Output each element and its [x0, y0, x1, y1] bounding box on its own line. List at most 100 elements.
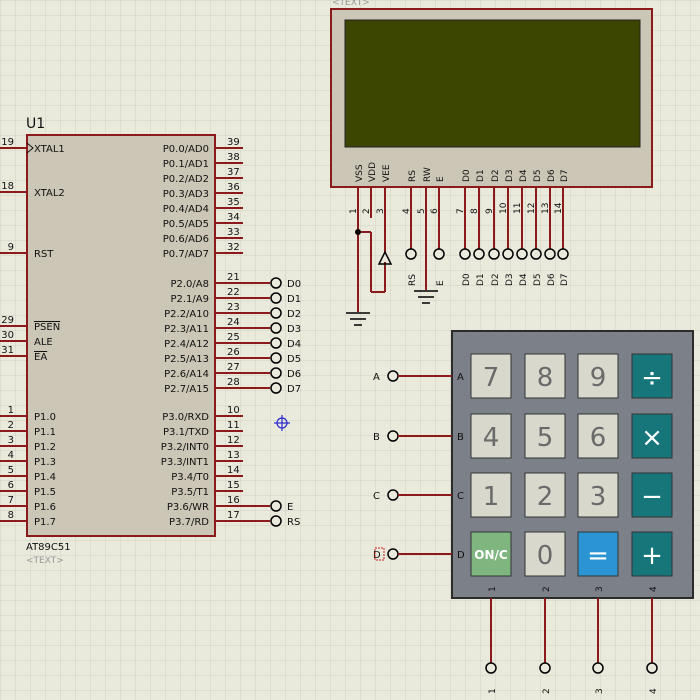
mcu-pin-number: 33	[227, 227, 240, 238]
mcu-pin-name: P3.6/WR	[167, 502, 209, 513]
keypad-key-label: +	[641, 541, 663, 571]
keypad-col-pin-label: 1	[488, 586, 498, 592]
terminal-icon[interactable]	[270, 307, 282, 319]
terminal-icon[interactable]	[270, 367, 282, 379]
lcd-pin-number: 12	[527, 203, 537, 214]
mcu-pin-number: 21	[227, 272, 240, 283]
keypad-col-net-label: 2	[542, 688, 552, 694]
keypad-row-pin-label: A	[457, 372, 464, 383]
terminal-icon[interactable]	[270, 515, 282, 527]
keypad-key-label: 4	[483, 423, 500, 453]
terminal-icon[interactable]	[270, 277, 282, 289]
mcu-pin-name: P3.3/INT1	[161, 457, 209, 468]
lcd-pin-number: 1	[349, 208, 359, 214]
schematic-canvas[interactable]: U1 19XTAL118XTAL29RST29PSEN30ALE31EA1P1.…	[0, 0, 700, 700]
terminal-icon[interactable]	[459, 248, 471, 260]
lcd-pin-name: D5	[533, 169, 543, 182]
mcu-text-placeholder: <TEXT>	[26, 556, 64, 566]
mcu-pin-name: P1.4	[34, 472, 56, 483]
mcu-pin-number: 19	[1, 137, 14, 148]
lcd-pin-name: D1	[476, 169, 486, 182]
lcd-pin-number: 5	[417, 208, 427, 214]
terminal-icon[interactable]	[387, 370, 399, 382]
terminal-icon[interactable]	[544, 248, 556, 260]
keypad-key-label: 3	[590, 482, 607, 512]
terminal-icon[interactable]	[473, 248, 485, 260]
terminal-icon[interactable]	[530, 248, 542, 260]
mcu-pin-number: 7	[8, 495, 14, 506]
net-label: RS	[408, 274, 418, 286]
mcu-pin-number: 37	[227, 167, 240, 178]
mcu-pin-number: 10	[227, 405, 240, 416]
mcu-pin-number: 17	[227, 510, 240, 521]
terminal-icon[interactable]	[387, 489, 399, 501]
mcu-pin-number: 15	[227, 480, 240, 491]
lcd-pin-number: 6	[430, 208, 440, 214]
keypad-key-label: 7	[483, 363, 500, 393]
terminal-icon[interactable]	[270, 352, 282, 364]
mcu-pin-name: P1.7	[34, 517, 56, 528]
terminal-icon[interactable]	[646, 662, 658, 674]
mcu-pin-name: P1.6	[34, 502, 56, 513]
mcu-pin-number: 27	[227, 362, 240, 373]
mcu-pin-name: P2.1/A9	[170, 294, 209, 305]
terminal-icon[interactable]	[516, 248, 528, 260]
mcu-pin-number: 23	[227, 302, 240, 313]
mcu-pin-name: XTAL2	[34, 188, 65, 199]
keypad-key-label: 5	[537, 423, 554, 453]
mcu-pin-name: P2.2/A10	[164, 309, 209, 320]
mcu-pin-number: 29	[1, 315, 14, 326]
keypad-col-pin-label: 2	[542, 586, 552, 592]
mcu-pin-name: P2.3/A11	[164, 324, 209, 335]
mcu-pin-name: P3.7/RD	[169, 517, 209, 528]
lcd-text-placeholder: <TEXT>	[332, 0, 370, 8]
terminal-icon[interactable]	[387, 430, 399, 442]
keypad-col-net-label: 3	[595, 688, 605, 694]
mcu-pin-name: P0.3/AD3	[163, 189, 209, 200]
terminal-icon[interactable]	[592, 662, 604, 674]
terminal-icon[interactable]	[502, 248, 514, 260]
mcu-ref-label: U1	[26, 116, 45, 132]
net-label: D1	[287, 294, 301, 305]
keypad-key-label: ÷	[641, 363, 663, 393]
net-label: D0	[462, 273, 472, 286]
terminal-icon[interactable]	[387, 548, 399, 560]
terminal-icon[interactable]	[270, 382, 282, 394]
terminal-icon[interactable]	[405, 248, 417, 260]
keypad-key-label: −	[641, 482, 663, 512]
net-label: D3	[287, 324, 301, 335]
lcd-pin-number: 13	[541, 203, 551, 214]
mcu-pin-number: 2	[8, 420, 14, 431]
keypad-row-pin-label: D	[457, 550, 465, 561]
mcu-pin-number: 16	[227, 495, 240, 506]
terminal-icon[interactable]	[485, 662, 497, 674]
terminal-icon[interactable]	[270, 292, 282, 304]
terminal-icon[interactable]	[557, 248, 569, 260]
mcu-pin-name: P1.5	[34, 487, 56, 498]
mcu-pin-name: P1.3	[34, 457, 56, 468]
mcu-pin-name: RST	[34, 249, 54, 260]
lcd-pin-name: D2	[491, 169, 501, 182]
terminal-icon[interactable]	[270, 322, 282, 334]
net-label: E	[287, 502, 293, 513]
mcu-pin-name: P0.1/AD1	[163, 159, 209, 170]
lcd-pin-name: VEE	[382, 164, 392, 182]
net-label: D2	[491, 273, 501, 286]
keypad-col-net-label: 4	[649, 688, 659, 694]
lcd-pin-number: 3	[376, 208, 386, 214]
mcu-pin-name: P0.7/AD7	[163, 249, 209, 260]
net-label: D1	[476, 273, 486, 286]
mcu-pin-number: 38	[227, 152, 240, 163]
lcd-screen	[344, 19, 641, 148]
terminal-icon[interactable]	[539, 662, 551, 674]
mcu-pin-number: 36	[227, 182, 240, 193]
terminal-icon[interactable]	[488, 248, 500, 260]
terminal-icon[interactable]	[433, 248, 445, 260]
keypad-key-label: 0	[537, 541, 554, 571]
mcu-pin-number: 28	[227, 377, 240, 388]
mcu-pin-name: P0.6/AD6	[163, 234, 209, 245]
terminal-icon[interactable]	[270, 500, 282, 512]
mcu-pin-name: P2.5/A13	[164, 354, 209, 365]
mcu-pin-number: 14	[227, 465, 240, 476]
terminal-icon[interactable]	[270, 337, 282, 349]
